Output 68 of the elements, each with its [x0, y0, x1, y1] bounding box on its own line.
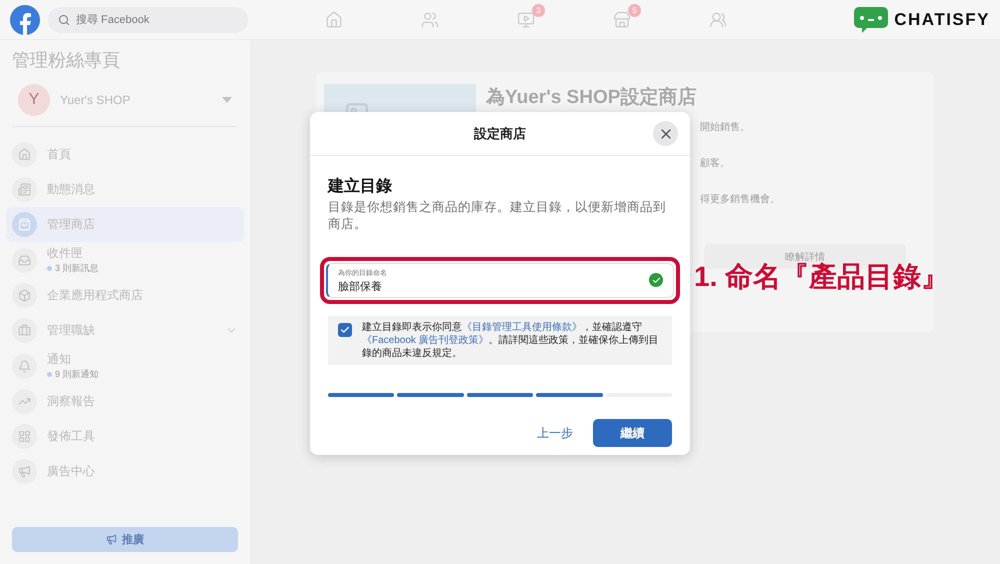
item-label: 管理商店	[47, 216, 96, 233]
catalog-name-input[interactable]: 臉部保養	[338, 280, 649, 292]
dialog-title: 設定商店	[474, 124, 526, 142]
notification-badge: 3	[532, 4, 545, 16]
card-text: 開始銷售。	[700, 121, 751, 134]
policy-link[interactable]: 《Facebook 廣告刊登政策》	[362, 335, 489, 346]
menu-icon	[12, 459, 37, 484]
menu-icon	[12, 177, 37, 202]
nav-tab[interactable]: 5	[574, 2, 670, 38]
menu-icon	[12, 248, 37, 272]
menu-icon	[12, 389, 37, 414]
item-label: 通知	[47, 351, 72, 368]
menu-icon	[12, 424, 37, 449]
sidebar-item[interactable]: 洞察報告	[6, 384, 244, 419]
search-icon	[58, 14, 70, 26]
item-label: 發佈工具	[47, 428, 96, 445]
continue-button[interactable]: 繼續	[593, 419, 672, 447]
policy-link[interactable]: 《目錄管理工具使用條款》	[462, 322, 582, 333]
brand-name: CHATISFY	[894, 10, 990, 30]
menu-icon	[12, 283, 37, 308]
promote-button[interactable]: 推廣	[12, 527, 238, 552]
notification-badge: 5	[628, 4, 641, 16]
sidebar-item[interactable]: 廣告中心	[6, 454, 244, 489]
chat-bubble-logo-icon	[854, 6, 888, 32]
groups-icon	[709, 10, 727, 28]
page-name[interactable]: Yuer's SHOP	[60, 93, 212, 107]
close-button[interactable]	[653, 121, 678, 146]
menu-icon	[12, 142, 37, 167]
item-label: 首頁	[47, 146, 72, 163]
item-label: 管理職缺	[47, 322, 96, 339]
item-label: 動態消息	[47, 181, 96, 198]
friends-icon	[421, 10, 439, 28]
menu-icon	[12, 212, 37, 237]
megaphone-icon	[106, 534, 117, 545]
consent-text: 建立目錄即表示你同意《目錄管理工具使用條款》，並確認遵守 《Facebook 廣告刊登政策》。請詳閱這些政策，並確保你上傳到目錄的商品未違反規定。	[362, 321, 660, 360]
sidebar-item[interactable]: 通知 9 則新通知	[6, 348, 244, 384]
sidebar-item[interactable]: 首頁	[6, 137, 244, 172]
dialog-description: 目錄是你想銷售之商品的庫存。建立目錄，以便新增商品到商店。	[328, 199, 667, 233]
card-text: 顧客。	[700, 156, 731, 170]
card-title: 為Yuer's SHOP設定商店	[486, 86, 698, 110]
checkbox[interactable]	[338, 323, 352, 337]
item-subtext: 3 則新訊息	[47, 262, 238, 275]
sidebar-item[interactable]: 收件匣 3 則新訊息	[6, 242, 244, 278]
sidebar-title: 管理粉絲專頁	[11, 49, 121, 72]
facebook-logo[interactable]	[10, 4, 40, 34]
item-label: 洞察報告	[47, 393, 96, 410]
card-text: 得更多銷售機會。	[700, 192, 781, 206]
search-field[interactable]: 搜尋 Facebook	[48, 6, 248, 32]
item-subtext: 9 則新通知	[47, 368, 238, 381]
sidebar-item[interactable]: 管理商店	[6, 207, 244, 242]
home-icon	[325, 10, 343, 28]
dialog-heading: 建立目錄	[328, 176, 393, 197]
back-button[interactable]: 上一步	[531, 424, 579, 442]
item-label: 收件匣	[47, 245, 84, 262]
sidebar-item[interactable]: 發佈工具	[6, 419, 244, 454]
dropdown-icon[interactable]	[222, 97, 232, 103]
store-icon	[613, 10, 631, 28]
check-icon	[340, 325, 350, 335]
sidebar-item[interactable]: 動態消息	[6, 172, 244, 207]
item-label: 廣告中心	[47, 463, 96, 480]
video-icon	[517, 10, 535, 28]
page-avatar: Y	[18, 84, 50, 116]
sidebar-item[interactable]: 管理職缺	[6, 313, 244, 348]
menu-icon	[12, 318, 37, 343]
item-label: 企業應用程式商店	[47, 287, 144, 304]
nav-tab[interactable]: 3	[478, 2, 574, 38]
sidebar-item[interactable]: 企業應用程式商店	[6, 278, 244, 313]
menu-icon	[12, 354, 37, 378]
